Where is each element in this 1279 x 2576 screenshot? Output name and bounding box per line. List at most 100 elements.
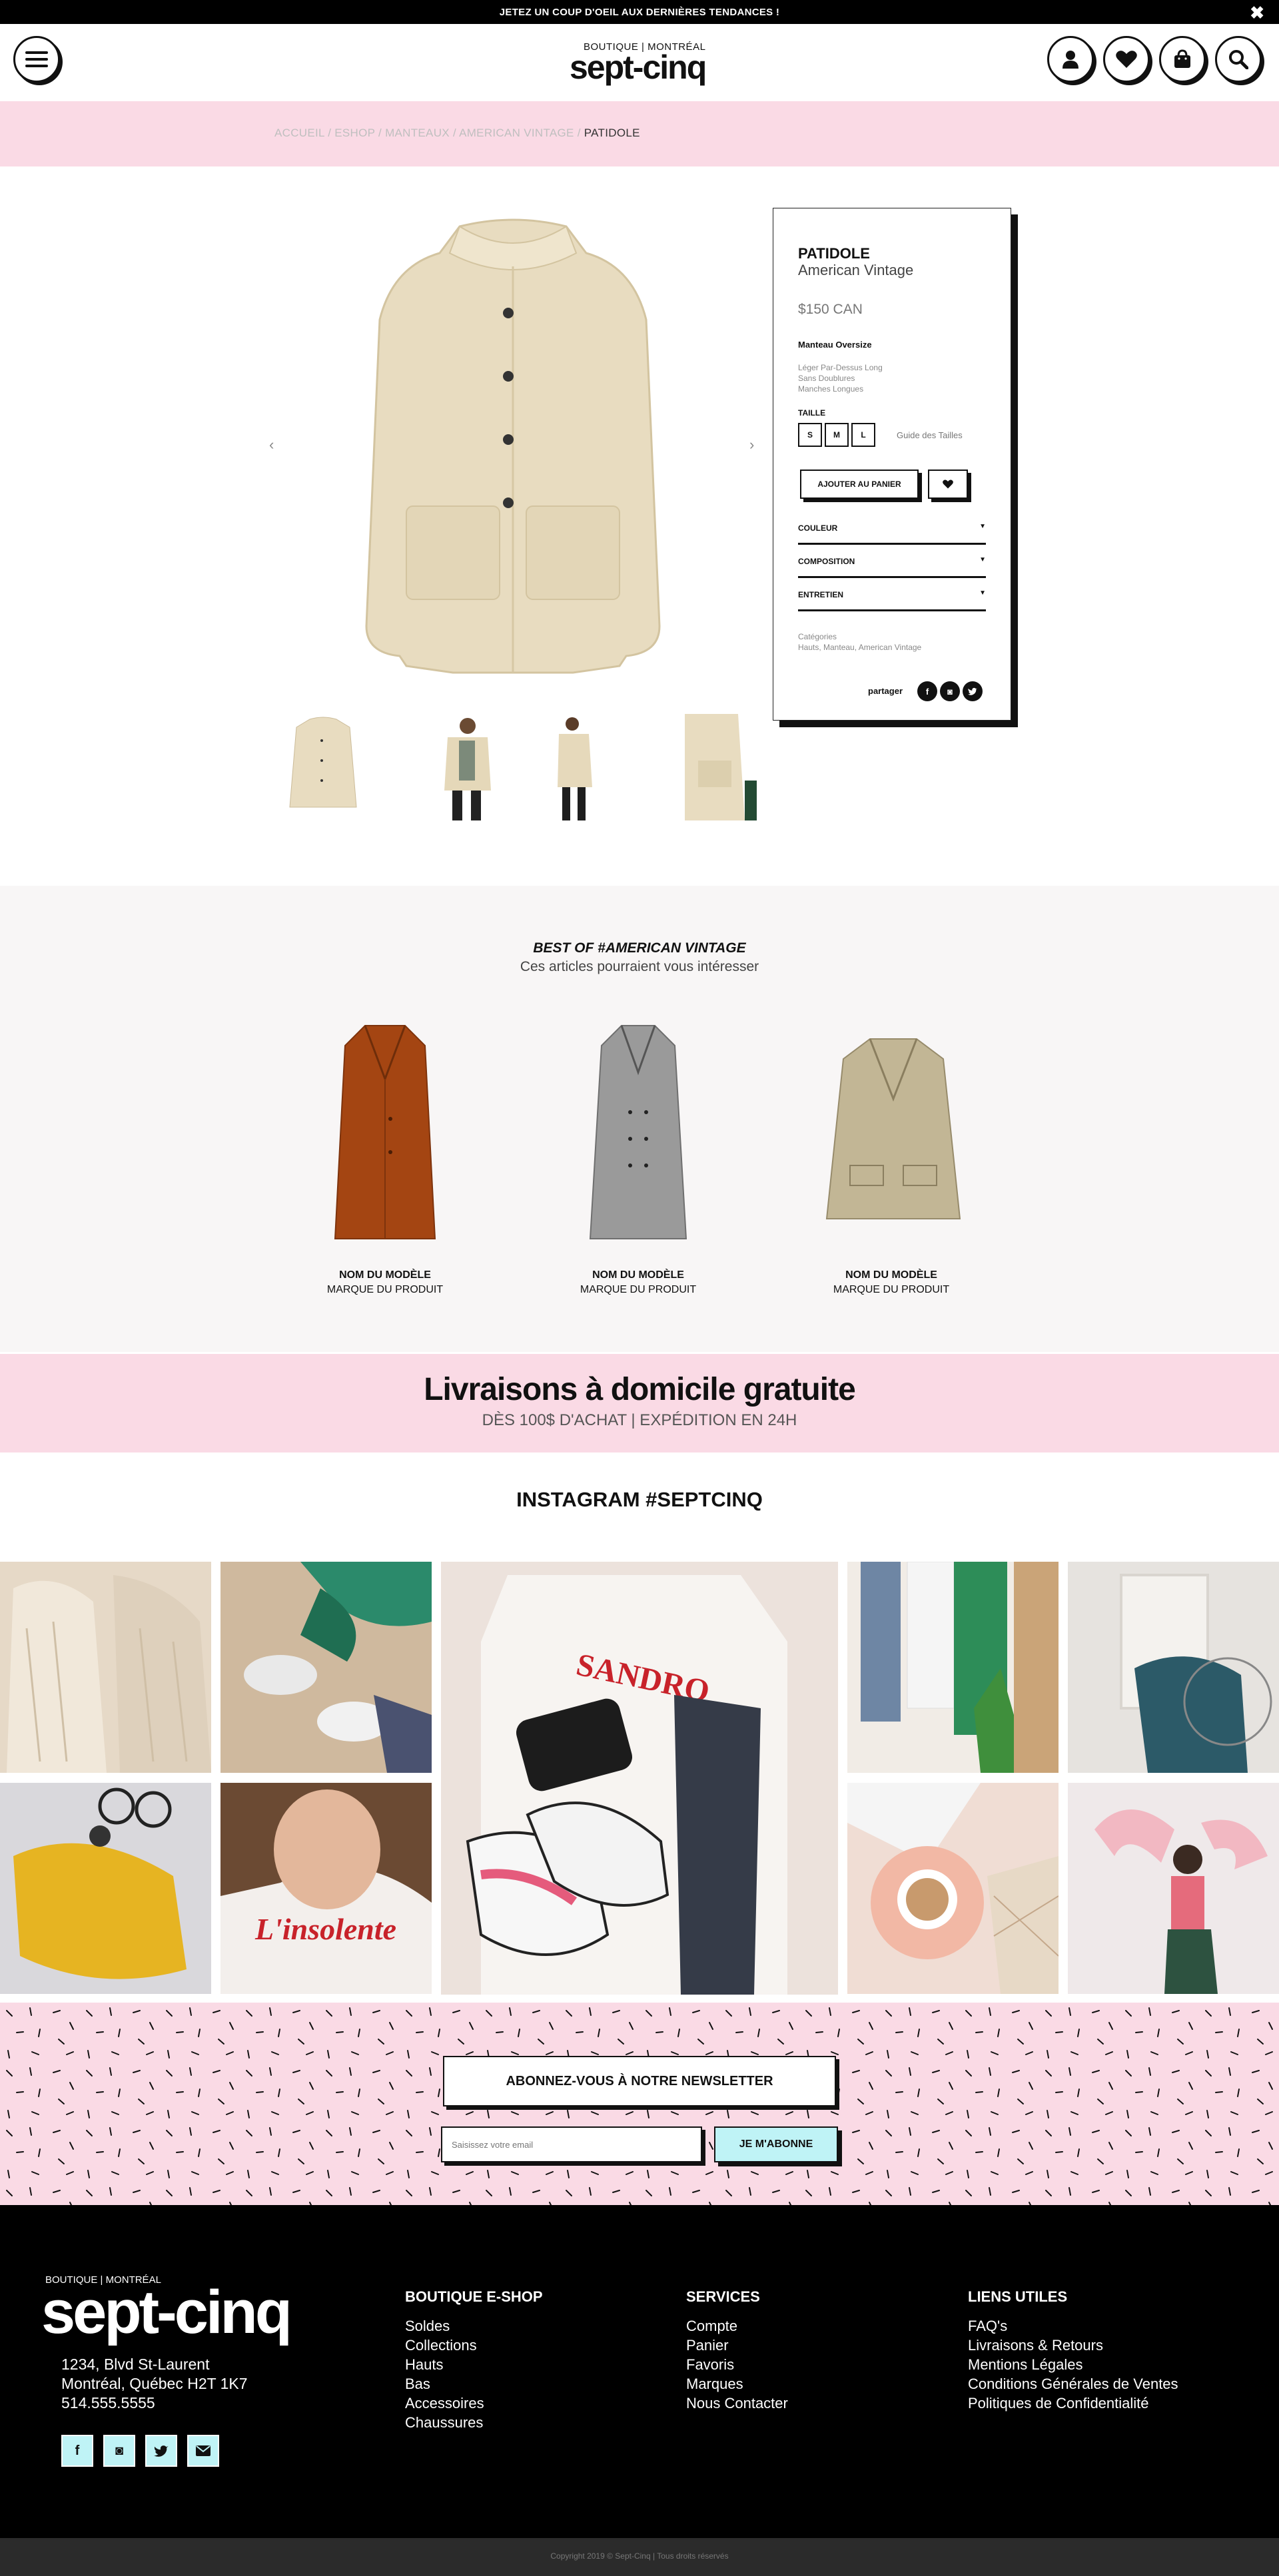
instagram-tile-7[interactable] <box>847 1783 1059 1994</box>
product-feature: Manches Longues <box>798 384 864 394</box>
breadcrumb-brand[interactable]: AMERICAN VINTAGE <box>459 127 574 139</box>
related-subtitle: Ces articles pourraient vous intéresser <box>520 959 759 974</box>
accordion-couleur[interactable]: COULEUR ▼ <box>798 511 986 545</box>
footer-link[interactable]: Collections <box>405 2336 543 2355</box>
instagram-tile-featured[interactable]: SANDRO <box>441 1562 838 1995</box>
related-product-name[interactable]: NOM DU MODÈLE <box>791 1269 991 1281</box>
related-product-image-1[interactable] <box>318 1019 452 1245</box>
footer-column-boutique: BOUTIQUE E-SHOP Soldes Collections Hauts… <box>405 2288 543 2432</box>
size-option-s[interactable]: S <box>798 423 822 447</box>
shopping-bag-icon <box>1174 49 1190 68</box>
footer-link[interactable]: Accessoires <box>405 2394 543 2413</box>
product-thumbnail-4[interactable] <box>685 714 757 820</box>
size-option-m[interactable]: M <box>825 423 849 447</box>
caret-down-icon: ▼ <box>979 523 986 530</box>
footer-link[interactable]: Compte <box>686 2316 788 2336</box>
related-product-image-2[interactable] <box>572 1019 705 1245</box>
facebook-icon: f <box>925 686 929 697</box>
accordion-entretien[interactable]: ENTRETIEN ▼ <box>798 578 986 611</box>
breadcrumb: ACCUEIL / ESHOP / MANTEAUX / AMERICAN VI… <box>274 127 640 140</box>
footer-link[interactable]: Panier <box>686 2336 788 2355</box>
instagram-tile-6[interactable]: L'insolente <box>220 1783 432 1994</box>
footer-link[interactable]: Mentions Légales <box>968 2355 1178 2374</box>
footer-email-button[interactable] <box>187 2435 219 2467</box>
site-logo[interactable]: sept-cinq <box>570 51 707 84</box>
footer-link[interactable]: FAQ's <box>968 2316 1178 2336</box>
promo-message[interactable]: JETEZ UN COUP D'OEIL AUX DERNIÈRES TENDA… <box>0 7 1279 18</box>
footer-instagram-button[interactable]: ◙ <box>103 2435 135 2467</box>
footer-address: 1234, Blvd St-Laurent Montréal, Québec H… <box>61 2355 248 2413</box>
instagram-tile-4[interactable] <box>1068 1562 1279 1773</box>
footer-link[interactable]: Favoris <box>686 2355 788 2374</box>
search-icon <box>1229 50 1248 69</box>
instagram-tile-8[interactable] <box>1068 1783 1279 1994</box>
footer-link[interactable]: Chaussures <box>405 2413 543 2432</box>
size-option-l[interactable]: L <box>851 423 875 447</box>
twitter-icon <box>968 687 977 695</box>
related-product-name[interactable]: NOM DU MODÈLE <box>538 1269 738 1281</box>
product-style: Manteau Oversize <box>798 340 872 350</box>
instagram-tile-3[interactable] <box>847 1562 1059 1773</box>
add-to-cart-button[interactable]: AJOUTER AU PANIER <box>800 470 919 499</box>
cart-button[interactable] <box>1159 36 1206 83</box>
breadcrumb-band: ACCUEIL / ESHOP / MANTEAUX / AMERICAN VI… <box>0 101 1279 166</box>
footer-link[interactable]: Politiques de Confidentialité <box>968 2394 1178 2413</box>
heart-icon <box>943 480 953 489</box>
breadcrumb-eshop[interactable]: ESHOP <box>334 127 375 139</box>
promo-banner: JETEZ UN COUP D'OEIL AUX DERNIÈRES TENDA… <box>0 0 1279 24</box>
account-button[interactable] <box>1047 36 1094 83</box>
product-feature: Léger Par-Dessus Long <box>798 363 883 372</box>
instagram-icon: ◙ <box>115 2443 124 2458</box>
menu-button[interactable] <box>13 36 60 83</box>
share-instagram-button[interactable]: ◙ <box>940 681 960 701</box>
categories-list[interactable]: Hauts, Manteau, American Vintage <box>798 643 921 652</box>
newsletter-email-input[interactable] <box>441 2126 702 2162</box>
tile-insolente-text: L'insolente <box>254 1912 396 1946</box>
add-to-favorites-button[interactable] <box>928 470 968 499</box>
product-thumbnail-3[interactable] <box>539 714 645 820</box>
size-guide-link[interactable]: Guide des Tailles <box>897 430 963 440</box>
subscribe-button[interactable]: JE M'ABONNE <box>714 2126 838 2162</box>
instagram-title[interactable]: INSTAGRAM #SEPTCINQ <box>0 1488 1279 1512</box>
related-product-image-3[interactable] <box>823 1032 963 1225</box>
user-icon <box>1063 51 1078 69</box>
instagram-tile-5[interactable] <box>0 1783 211 1994</box>
search-button[interactable] <box>1215 36 1262 83</box>
instagram-tile-1[interactable] <box>0 1562 211 1773</box>
hamburger-icon <box>25 51 48 67</box>
footer-link[interactable]: Marques <box>686 2374 788 2394</box>
accordion-label: COMPOSITION <box>798 557 855 566</box>
related-title: BEST OF #AMERICAN VINTAGE <box>533 940 746 956</box>
accordion-label: COULEUR <box>798 523 838 533</box>
product-thumbnail-2[interactable] <box>411 714 518 820</box>
share-facebook-button[interactable]: f <box>917 681 937 701</box>
favorites-button[interactable] <box>1103 36 1150 83</box>
phone-number[interactable]: 514.555.5555 <box>61 2394 248 2413</box>
accordion-composition[interactable]: COMPOSITION ▼ <box>798 545 986 578</box>
footer-logo[interactable]: sept-cinq <box>41 2282 292 2343</box>
footer-twitter-button[interactable] <box>145 2435 177 2467</box>
product-brand[interactable]: American Vintage <box>798 262 913 279</box>
related-product-name[interactable]: NOM DU MODÈLE <box>285 1269 485 1281</box>
breadcrumb-home[interactable]: ACCUEIL <box>274 127 324 139</box>
footer-link[interactable]: Conditions Générales de Ventes <box>968 2374 1178 2394</box>
address-street: 1234, Blvd St-Laurent <box>61 2356 210 2373</box>
footer-link[interactable]: Bas <box>405 2374 543 2394</box>
footer-link[interactable]: Hauts <box>405 2355 543 2374</box>
footer-link[interactable]: Livraisons & Retours <box>968 2336 1178 2355</box>
footer-link[interactable]: Nous Contacter <box>686 2394 788 2413</box>
share-twitter-button[interactable] <box>963 681 983 701</box>
product-thumbnail-1[interactable] <box>270 714 376 820</box>
facebook-icon: f <box>75 2443 80 2458</box>
product-name: PATIDOLE <box>798 245 870 262</box>
footer-column-title: LIENS UTILES <box>968 2288 1068 2305</box>
gallery-next-button[interactable]: › <box>749 436 754 454</box>
close-icon[interactable]: ✖ <box>1250 3 1264 23</box>
footer-facebook-button[interactable]: f <box>61 2435 93 2467</box>
product-main-image <box>365 218 661 674</box>
footer-link[interactable]: Soldes <box>405 2316 543 2336</box>
instagram-tile-2[interactable] <box>220 1562 432 1773</box>
product-info-card: PATIDOLE American Vintage $150 CAN Mante… <box>773 208 1011 721</box>
gallery-prev-button[interactable]: ‹ <box>269 436 274 454</box>
breadcrumb-manteaux[interactable]: MANTEAUX <box>385 127 450 139</box>
